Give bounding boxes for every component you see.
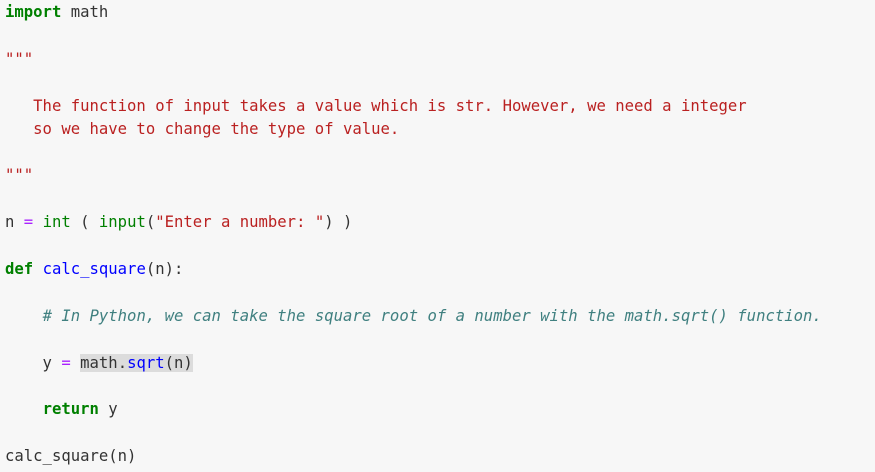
docstring-line-1: The function of input takes a value whic…: [5, 97, 747, 115]
code-line-assign: n = int ( input("Enter a number: ") ): [5, 211, 352, 233]
input-paren: (: [145, 213, 156, 231]
docstring-close: """: [5, 166, 34, 184]
input-prompt-string: "Enter a number: ": [155, 213, 325, 231]
assign-operator-y: =: [61, 354, 71, 372]
builtin-input: input: [98, 213, 146, 231]
attribute-sqrt: sqrt: [127, 354, 165, 372]
highlighted-expression: math.sqrt(n): [80, 354, 193, 372]
code-line-comment: # In Python, we can take the square root…: [5, 305, 822, 327]
variable-y: y: [5, 354, 62, 372]
keyword-return: return: [42, 400, 99, 418]
code-line-return: return y: [5, 398, 118, 420]
function-name: calc_square: [42, 260, 146, 278]
code-line-def: def calc_square(n):: [5, 258, 183, 280]
paren-close: ) ): [324, 213, 353, 231]
sqrt-args: (n): [164, 354, 193, 372]
keyword-import: import: [5, 3, 62, 21]
variable-n: n: [5, 213, 24, 231]
builtin-int: int: [42, 213, 71, 231]
keyword-def: def: [5, 260, 34, 278]
code-block[interactable]: import math """ The function of input ta…: [0, 0, 875, 472]
comment-text: # In Python, we can take the square root…: [42, 307, 822, 325]
code-line-call: calc_square(n): [5, 447, 137, 465]
module-name: math: [61, 3, 109, 21]
module-math: math: [80, 354, 118, 372]
code-line-import: import math: [5, 1, 108, 23]
code-line-sqrt: y = math.sqrt(n): [5, 352, 193, 374]
docstring-open: """: [5, 50, 34, 68]
assign-operator: =: [23, 213, 34, 231]
paren-open: (: [70, 213, 99, 231]
return-value: y: [98, 400, 118, 418]
docstring-line-2: so we have to change the type of value.: [5, 120, 400, 138]
function-params: (n):: [145, 260, 184, 278]
